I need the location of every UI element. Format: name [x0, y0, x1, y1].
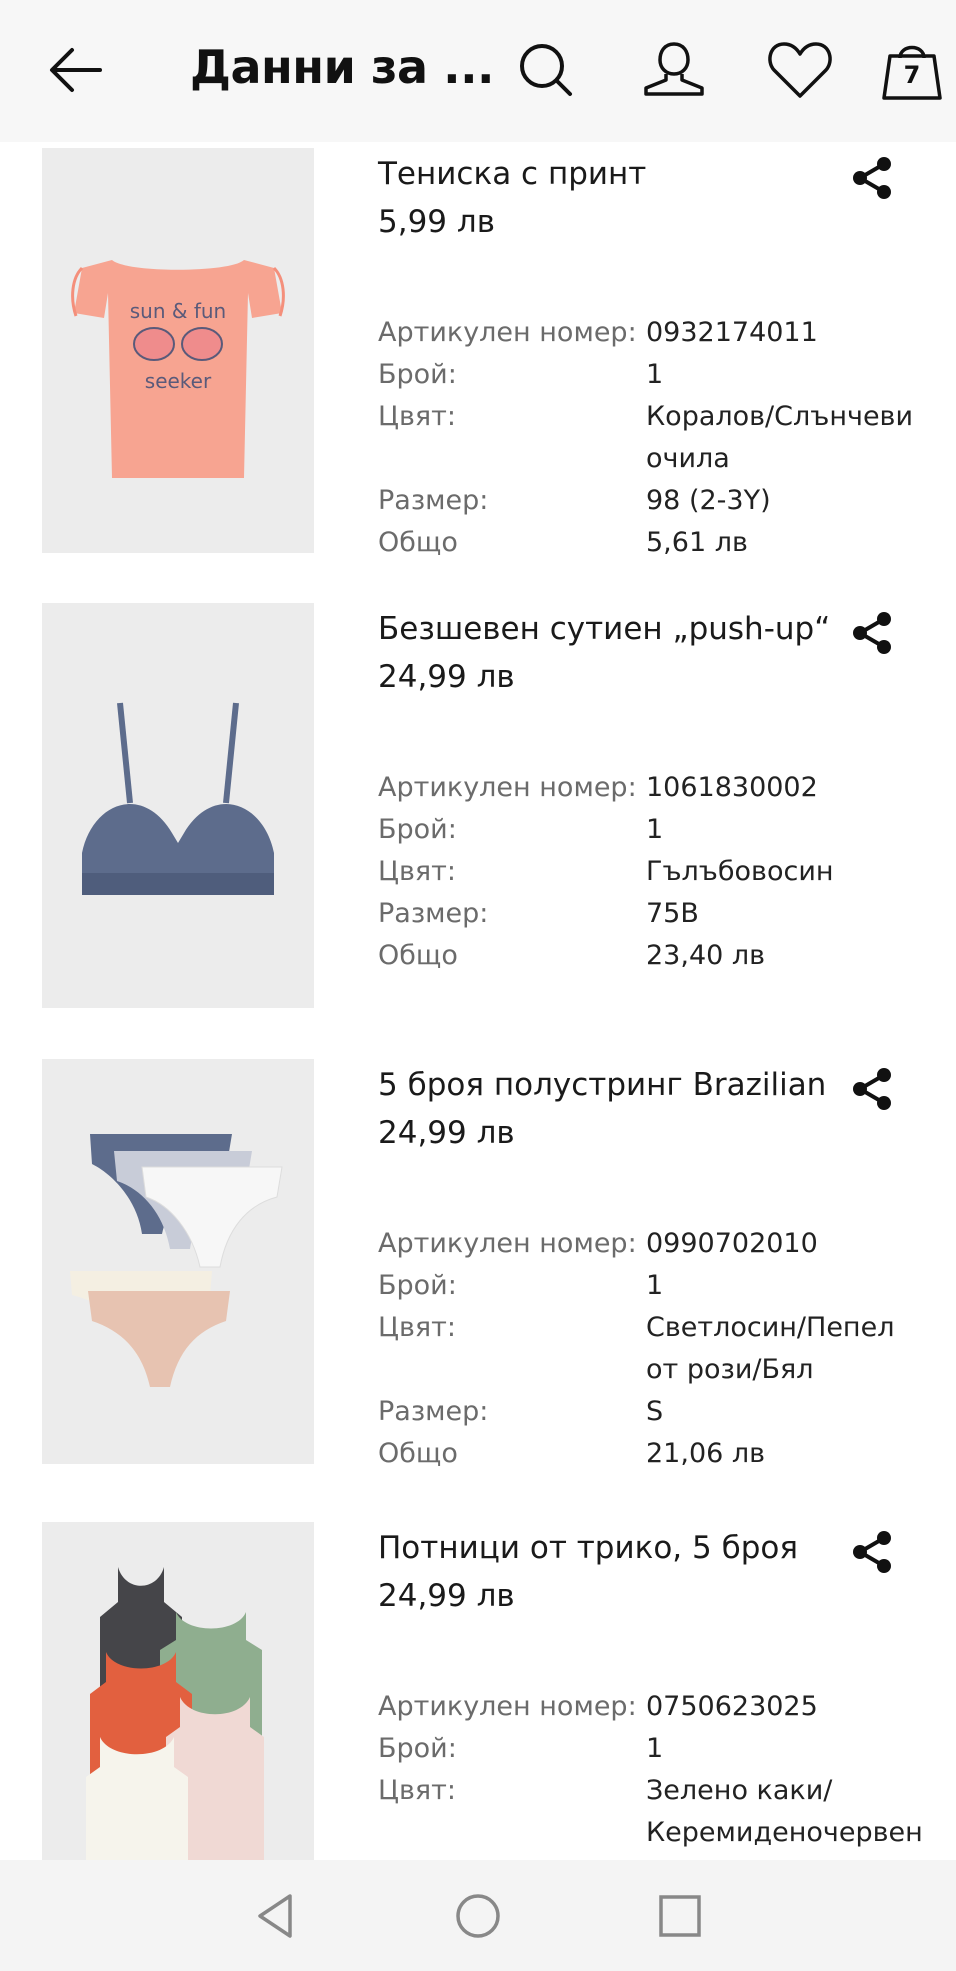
detail-row-size: Размер: 75B [378, 893, 918, 935]
bag-count-badge: 7 [903, 61, 921, 89]
shopping-bag-button[interactable]: 7 [878, 36, 946, 104]
qty-value: 1 [646, 359, 664, 390]
product-price: 24,99 лв [378, 1578, 515, 1614]
size-value: S [646, 1396, 664, 1427]
detail-row-article: Артикулен номер: 0750623025 [378, 1686, 918, 1728]
color-value: Светлосин/Пепел от рози/Бял [646, 1312, 895, 1385]
total-value: 21,06 лв [646, 1438, 766, 1469]
nav-home-icon[interactable] [452, 1890, 504, 1942]
share-icon[interactable] [848, 1528, 896, 1576]
article-label: Артикулен номер: [378, 772, 637, 803]
system-navigation-bar [0, 1860, 956, 1971]
size-value: 75B [646, 898, 699, 929]
detail-row-article: Артикулен номер: 0932174011 [378, 312, 918, 354]
product-price: 24,99 лв [378, 659, 515, 695]
svg-text:seeker: seeker [145, 369, 212, 393]
product-price: 24,99 лв [378, 1115, 515, 1151]
detail-row-qty: Брой: 1 [378, 1728, 918, 1770]
order-item: Безшевен сутиен „push-up“ 24,99 лв Артик… [0, 603, 956, 1013]
product-name[interactable]: Безшевен сутиен „push-up“ [378, 611, 848, 647]
color-value: Зелено каки/Керемиденочервен [646, 1775, 923, 1848]
size-value: 98 (2-3Y) [646, 485, 771, 516]
color-label: Цвят: [378, 401, 456, 432]
product-name[interactable]: Тениска с принт [378, 156, 848, 192]
size-label: Размер: [378, 485, 489, 516]
article-value: 1061830002 [646, 772, 818, 803]
detail-row-color: Цвят: Гълъбовосин [378, 851, 918, 893]
product-price: 5,99 лв [378, 204, 495, 240]
product-details: Артикулен номер: 1061830002 Брой: 1 Цвят: Г… [378, 767, 918, 977]
detail-row-qty: Брой: 1 [378, 1265, 918, 1307]
detail-row-total: Общо 23,40 лв [378, 935, 918, 977]
article-label: Артикулен номер: [378, 1228, 637, 1259]
qty-label: Брой: [378, 1270, 457, 1301]
article-label: Артикулен номер: [378, 1691, 637, 1722]
total-label: Общо [378, 527, 458, 558]
qty-value: 1 [646, 1733, 664, 1764]
total-value: 23,40 лв [646, 940, 766, 971]
qty-value: 1 [646, 814, 664, 845]
nav-back-icon[interactable] [250, 1890, 302, 1942]
detail-row-size: Размер: S [378, 1391, 918, 1433]
qty-label: Брой: [378, 814, 457, 845]
color-label: Цвят: [378, 1312, 456, 1343]
heart-icon[interactable] [766, 36, 834, 104]
product-image-briefs[interactable] [42, 1059, 314, 1464]
detail-row-size: Размер: 98 (2-3Y) [378, 480, 918, 522]
order-item: Потници от трико, 5 броя 24,99 лв Артику… [0, 1522, 956, 1860]
product-details: Артикулен номер: 0990702010 Брой: 1 Цвят: С… [378, 1223, 918, 1475]
share-icon[interactable] [848, 1065, 896, 1113]
qty-value: 1 [646, 1270, 664, 1301]
detail-row-color: Цвят: Светлосин/Пепел от рози/Бял [378, 1307, 918, 1391]
qty-label: Брой: [378, 359, 457, 390]
size-label: Размер: [378, 898, 489, 929]
article-value: 0750623025 [646, 1691, 818, 1722]
product-image-tshirt[interactable]: sun & fun seeker [42, 148, 314, 553]
detail-row-total: Общо 5,61 лв [378, 522, 918, 564]
product-name[interactable]: 5 броя полустринг Brazilian [378, 1067, 848, 1103]
color-label: Цвят: [378, 1775, 456, 1806]
product-image-tanktops[interactable] [42, 1522, 314, 1860]
detail-row-qty: Брой: 1 [378, 354, 918, 396]
svg-text:sun & fun: sun & fun [130, 299, 226, 323]
product-name[interactable]: Потници от трико, 5 броя [378, 1530, 848, 1566]
article-label: Артикулен номер: [378, 317, 637, 348]
detail-row-total: Общо 21,06 лв [378, 1433, 918, 1475]
share-icon[interactable] [848, 154, 896, 202]
search-icon[interactable] [512, 36, 580, 104]
detail-row-color: Цвят: Зелено каки/Керемиденочервен [378, 1770, 923, 1854]
share-icon[interactable] [848, 609, 896, 657]
order-item: 5 броя полустринг Brazilian 24,99 лв Арт… [0, 1059, 956, 1469]
product-details: Артикулен номер: 0932174011 Брой: 1 Цвят: К… [378, 312, 918, 564]
app-header: Данни за ... 7 [0, 0, 956, 142]
nav-recents-icon[interactable] [654, 1890, 706, 1942]
detail-row-qty: Брой: 1 [378, 809, 918, 851]
total-value: 5,61 лв [646, 527, 748, 558]
size-label: Размер: [378, 1396, 489, 1427]
qty-label: Брой: [378, 1733, 457, 1764]
product-details: Артикулен номер: 0750623025 Брой: 1 Цвят: З… [378, 1686, 923, 1854]
article-value: 0990702010 [646, 1228, 818, 1259]
detail-row-color: Цвят: Коралов/Слънчеви очила [378, 396, 918, 480]
back-arrow-icon[interactable] [42, 36, 110, 104]
detail-row-article: Артикулен номер: 1061830002 [378, 767, 918, 809]
page-title: Данни за ... [190, 40, 495, 94]
article-value: 0932174011 [646, 317, 818, 348]
order-items-list: sun & fun seeker Тениска с принт 5,99 лв… [0, 142, 956, 1860]
color-value: Коралов/Слънчеви очила [646, 401, 914, 474]
order-item: sun & fun seeker Тениска с принт 5,99 лв… [0, 148, 956, 558]
total-label: Общо [378, 940, 458, 971]
color-label: Цвят: [378, 856, 456, 887]
detail-row-article: Артикулен номер: 0990702010 [378, 1223, 918, 1265]
color-value: Гълъбовосин [646, 856, 834, 887]
account-icon[interactable] [640, 36, 708, 104]
total-label: Общо [378, 1438, 458, 1469]
product-image-bra[interactable] [42, 603, 314, 1008]
